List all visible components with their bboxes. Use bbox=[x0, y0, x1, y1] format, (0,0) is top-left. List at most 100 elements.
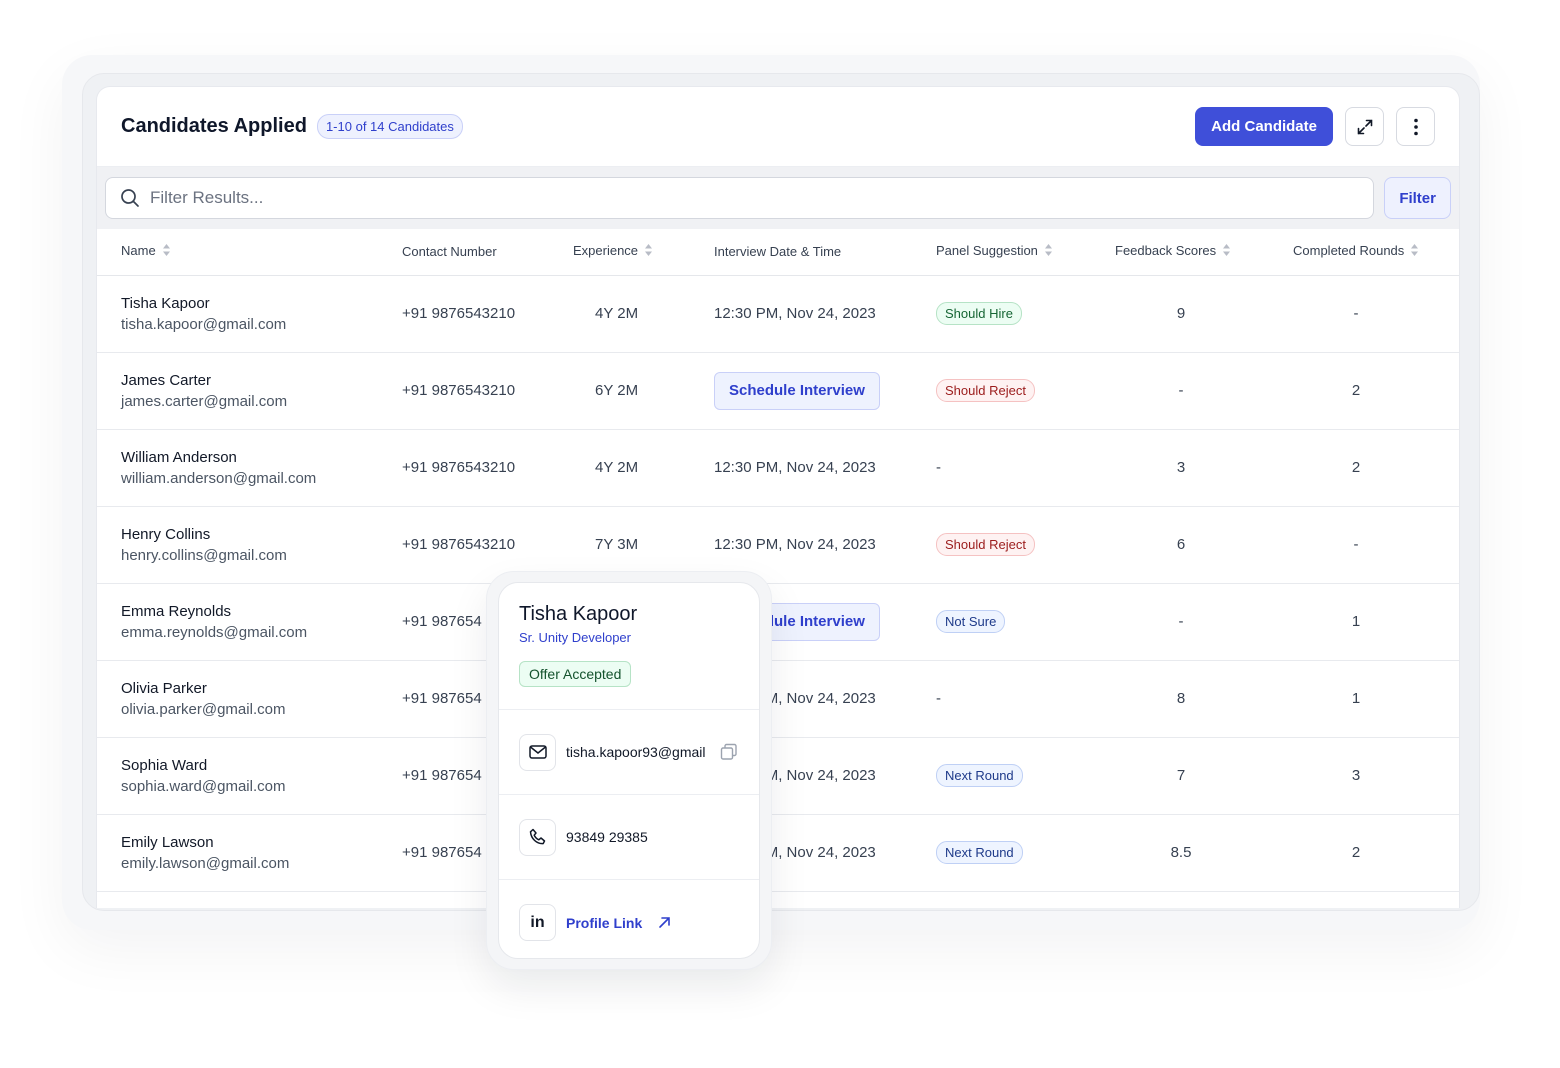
table-row[interactable]: Tisha Kapoor tisha.kapoor@gmail.com +91 … bbox=[97, 275, 1459, 353]
candidate-email: olivia.parker@gmail.com bbox=[121, 700, 286, 718]
interview-cell: Schedule Interview bbox=[714, 352, 936, 430]
interview-datetime: 12:30 PM, Nov 24, 2023 bbox=[714, 459, 876, 476]
column-header-suggestion[interactable]: Panel Suggestion bbox=[936, 229, 1115, 276]
table-row[interactable]: William Anderson william.anderson@gmail.… bbox=[97, 429, 1459, 507]
candidate-name: Emma Reynolds bbox=[121, 602, 232, 620]
candidate-name: James Carter bbox=[121, 371, 212, 389]
candidate-name-cell: Tisha Kapoor tisha.kapoor@gmail.com bbox=[97, 275, 402, 353]
card-header: Candidates Applied 1-10 of 14 Candidates… bbox=[97, 87, 1459, 167]
profile-link[interactable]: Profile Link bbox=[566, 915, 642, 931]
feedback-score: 8.5 bbox=[1115, 814, 1293, 892]
candidate-name-cell: Emma Reynolds emma.reynolds@gmail.com bbox=[97, 583, 402, 661]
candidate-name-cell: Emily Lawson emily.lawson@gmail.com bbox=[97, 814, 402, 892]
column-header-rounds[interactable]: Completed Rounds bbox=[1293, 229, 1459, 276]
table-header-row: Name Contact Number Experience Interview… bbox=[97, 229, 1459, 276]
panel-suggestion-cell: - bbox=[936, 429, 1115, 507]
completed-rounds: 1 bbox=[1293, 583, 1459, 661]
panel-suggestion-badge: Should Reject bbox=[936, 379, 1035, 402]
completed-rounds: - bbox=[1293, 506, 1459, 584]
popover-email: tisha.kapoor93@gmail.com bbox=[566, 744, 706, 760]
filter-input[interactable] bbox=[150, 188, 1360, 208]
candidate-name: Sophia Ward bbox=[121, 756, 208, 774]
panel-suggestion-cell: Next Round bbox=[936, 814, 1115, 892]
more-options-button[interactable] bbox=[1396, 107, 1435, 146]
experience: 4Y 2M bbox=[573, 275, 714, 353]
popover-name: Tisha Kapoor bbox=[519, 603, 638, 625]
feedback-score: 8 bbox=[1115, 660, 1293, 738]
panel-suggestion-cell: Should Reject bbox=[936, 506, 1115, 584]
candidate-email: henry.collins@gmail.com bbox=[121, 546, 287, 564]
feedback-score: - bbox=[1115, 352, 1293, 430]
panel-suggestion-empty: - bbox=[936, 459, 941, 476]
candidate-name-cell: James Carter james.carter@gmail.com bbox=[97, 352, 402, 430]
experience: 6Y 2M bbox=[573, 352, 714, 430]
column-header-feedback[interactable]: Feedback Scores bbox=[1115, 229, 1293, 276]
panel-suggestion-cell: Should Hire bbox=[936, 275, 1115, 353]
schedule-interview-button[interactable]: Schedule Interview bbox=[714, 371, 880, 410]
feedback-score: 6 bbox=[1115, 506, 1293, 584]
candidate-name: Henry Collins bbox=[121, 525, 211, 543]
table-row[interactable]: Emily Lawson emily.lawson@gmail.com +91 … bbox=[97, 814, 1459, 892]
sort-icon bbox=[644, 243, 653, 260]
popover-phone: 93849 29385 bbox=[566, 829, 648, 845]
completed-rounds: 2 bbox=[1293, 429, 1459, 507]
arrow-up-right-icon bbox=[659, 917, 671, 928]
column-header-name[interactable]: Name bbox=[97, 229, 402, 276]
contact-number: +91 9876543210 bbox=[402, 275, 573, 353]
panel-suggestion-cell: - bbox=[936, 660, 1115, 738]
completed-rounds: - bbox=[1293, 275, 1459, 353]
feedback-score: 7 bbox=[1115, 737, 1293, 815]
table-row[interactable]: Sophia Ward sophia.ward@gmail.com +91 98… bbox=[97, 737, 1459, 815]
panel-suggestion-badge: Should Reject bbox=[936, 533, 1035, 556]
header-actions: Add Candidate bbox=[1195, 107, 1435, 146]
popover-role: Sr. Unity Developer bbox=[519, 630, 631, 645]
candidate-name-cell: Sophia Ward sophia.ward@gmail.com bbox=[97, 737, 402, 815]
expand-icon bbox=[1357, 119, 1372, 134]
candidate-email: tisha.kapoor@gmail.com bbox=[121, 315, 287, 333]
panel-suggestion-badge: Next Round bbox=[936, 764, 1023, 787]
candidate-email: james.carter@gmail.com bbox=[121, 392, 288, 410]
panel-suggestion-badge: Not Sure bbox=[936, 610, 1006, 633]
candidate-name: Tisha Kapoor bbox=[121, 294, 210, 312]
candidate-name-cell: Olivia Parker olivia.parker@gmail.com bbox=[97, 660, 402, 738]
panel-suggestion-badge: Next Round bbox=[936, 841, 1023, 864]
status-badge: Offer Accepted bbox=[519, 661, 632, 687]
copy-icon[interactable] bbox=[720, 743, 738, 761]
table-row[interactable]: James Carter james.carter@gmail.com +91 … bbox=[97, 352, 1459, 430]
candidate-email: william.anderson@gmail.com bbox=[121, 469, 317, 487]
column-header-contact: Contact Number bbox=[402, 229, 573, 276]
column-header-experience[interactable]: Experience bbox=[573, 229, 714, 276]
interview-cell: 12:30 PM, Nov 24, 2023 bbox=[714, 429, 936, 507]
candidates-card: Candidates Applied 1-10 of 14 Candidates… bbox=[96, 86, 1460, 908]
candidate-name-cell: William Anderson william.anderson@gmail.… bbox=[97, 429, 402, 507]
filter-button[interactable]: Filter bbox=[1384, 177, 1451, 219]
table-row[interactable]: Henry Collins henry.collins@gmail.com +9… bbox=[97, 506, 1459, 584]
panel-suggestion-badge: Should Hire bbox=[936, 302, 1022, 325]
popover-linkedin-row: in Profile Link bbox=[499, 880, 759, 958]
completed-rounds: 3 bbox=[1293, 737, 1459, 815]
column-header-interview: Interview Date & Time bbox=[714, 229, 936, 276]
panel-suggestion-cell: Next Round bbox=[936, 737, 1115, 815]
panel-suggestion-empty: - bbox=[936, 690, 941, 707]
feedback-score: 3 bbox=[1115, 429, 1293, 507]
candidate-email: sophia.ward@gmail.com bbox=[121, 777, 286, 795]
interview-cell: 12:30 PM, Nov 24, 2023 bbox=[714, 275, 936, 353]
contact-number: +91 9876543210 bbox=[402, 429, 573, 507]
table-row[interactable]: Emma Reynolds emma.reynolds@gmail.com +9… bbox=[97, 583, 1459, 661]
contact-number: +91 9876543210 bbox=[402, 352, 573, 430]
sort-icon bbox=[1410, 243, 1419, 260]
table-row[interactable]: Olivia Parker olivia.parker@gmail.com +9… bbox=[97, 660, 1459, 738]
candidate-name: Olivia Parker bbox=[121, 679, 207, 697]
search-icon bbox=[121, 189, 139, 207]
add-candidate-button[interactable]: Add Candidate bbox=[1195, 107, 1333, 146]
expand-button[interactable] bbox=[1345, 107, 1384, 146]
linkedin-icon: in bbox=[519, 904, 556, 941]
candidate-name: William Anderson bbox=[121, 448, 237, 466]
popover-email-row: tisha.kapoor93@gmail.com bbox=[499, 710, 759, 795]
sort-icon bbox=[162, 243, 171, 260]
sort-icon bbox=[1044, 243, 1053, 260]
page: Candidates Applied 1-10 of 14 Candidates… bbox=[0, 0, 1560, 1068]
candidate-email: emily.lawson@gmail.com bbox=[121, 854, 290, 872]
experience: 4Y 2M bbox=[573, 429, 714, 507]
search-box bbox=[105, 177, 1375, 219]
